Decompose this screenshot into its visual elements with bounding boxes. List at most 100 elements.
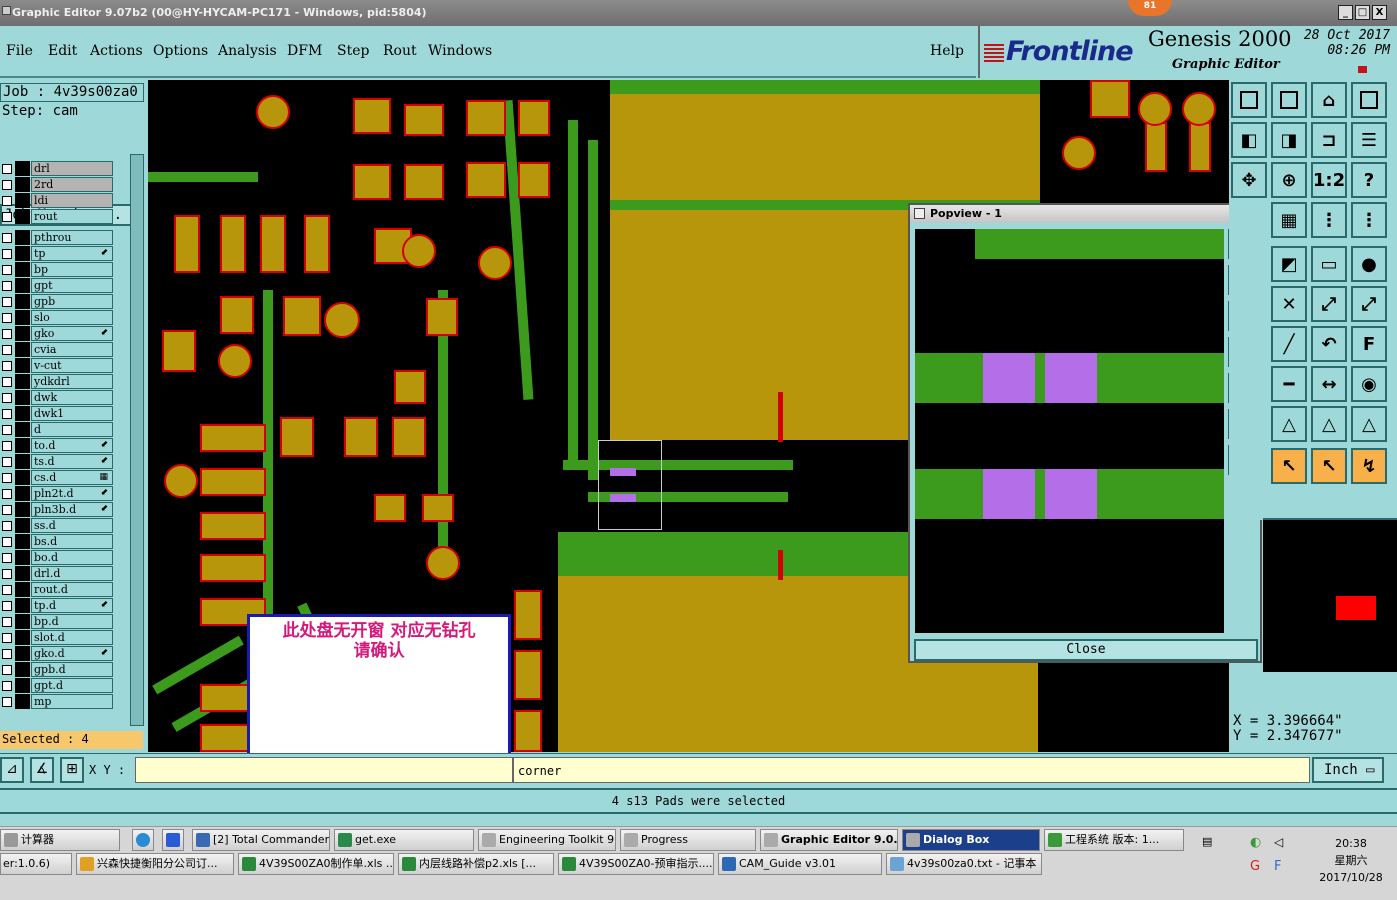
arc-icon[interactable]: △ [1271,406,1307,442]
task-project-system[interactable]: 工程系统 版本: 1... [1044,829,1184,851]
popview-canvas[interactable] [915,229,1224,633]
fit-all-icon[interactable]: ✥ [1231,162,1267,198]
undo-icon[interactable]: ↶ [1311,326,1347,362]
task-pre-review[interactable]: 4V39S00ZA0-预审指示.... [558,853,714,875]
minimize-button[interactable]: _ [1338,5,1353,20]
selected-pad[interactable] [1045,353,1097,403]
menu-analysis[interactable]: Analysis [218,43,277,59]
overview-map[interactable] [1263,518,1397,672]
mirror-icon[interactable]: ⊐ [1311,122,1347,158]
menu-help[interactable]: Help [930,43,964,59]
layer-row[interactable]: ldi [0,193,116,208]
select-net-icon[interactable]: ↯ [1351,448,1387,484]
layer-row[interactable]: tp.d ⬋ [0,598,116,613]
layer-checkbox[interactable] [2,377,12,387]
popview-titlebar[interactable]: Popview - 1 ✕ [910,205,1260,223]
redraw-icon[interactable]: ☰ [1351,122,1387,158]
layer-checkbox[interactable] [2,196,12,206]
layer-row[interactable]: ydkdrl [0,374,116,389]
selected-pad[interactable] [983,353,1035,403]
layer-row[interactable]: v-cut [0,358,116,373]
layer-row[interactable]: bo.d [0,550,116,565]
layer-row[interactable]: slot.d [0,630,116,645]
layer-row[interactable]: dwk [0,390,116,405]
ruler-icon[interactable]: ▭ [1311,246,1347,282]
layer-checkbox[interactable] [2,281,12,291]
layer-checkbox[interactable] [2,212,12,222]
menu-windows[interactable]: Windows [428,43,492,59]
security-icon[interactable]: ◐ [1250,835,1261,850]
layer-checkbox[interactable] [2,649,12,659]
grid-icon[interactable]: ▦ [1271,202,1307,238]
color-icon[interactable]: ◩ [1271,246,1307,282]
selected-pad[interactable] [1045,469,1097,519]
layer-row[interactable]: ss.d [0,518,116,533]
layer-row[interactable]: mp [0,694,116,709]
menu-file[interactable]: File [6,43,33,59]
layer-row[interactable]: rout [0,209,116,224]
task-xls-1[interactable]: 4V39S00ZA0制作单.xls ... [238,853,394,875]
layer-checkbox[interactable] [2,521,12,531]
menu-dfm[interactable]: DFM [287,43,322,59]
xy-input[interactable] [135,757,513,783]
units-dropdown[interactable]: Inch ▭ [1312,757,1384,783]
select-arrow-icon[interactable]: ↖ [1271,448,1307,484]
layer-checkbox[interactable] [2,553,12,563]
layer-row[interactable]: to.d ⬋ [0,438,116,453]
grid-mode-icon[interactable]: ⊞ [60,757,84,783]
pan-left-icon[interactable]: ◧ [1231,122,1267,158]
layer-row[interactable]: gpt.d [0,678,116,693]
layer-checkbox[interactable] [2,313,12,323]
layer-checkbox[interactable] [2,505,12,515]
popview-close-button[interactable]: Close [914,639,1258,661]
task-total-commander[interactable]: [2] Total Commander... [192,829,330,851]
fit-profile-icon[interactable]: ⊕ [1271,162,1307,198]
layer-row[interactable]: slo [0,310,116,325]
layer-checkbox[interactable] [2,537,12,547]
selected-pad[interactable] [983,469,1035,519]
word-icon[interactable] [162,829,184,851]
layer-checkbox[interactable] [2,249,12,259]
task-get-exe[interactable]: get.exe [334,829,474,851]
network-icon[interactable]: ▤ [1202,835,1212,848]
minus-line-icon[interactable]: ━ [1271,366,1307,402]
task-cam-guide[interactable]: CAM_Guide v3.01 [718,853,882,875]
task-dialog-box[interactable]: Dialog Box [902,829,1040,851]
task-engineering-toolkit[interactable]: Engineering Toolkit 9.... [478,829,616,851]
task-calculator[interactable]: 计算器 [0,829,120,851]
shapes-icon[interactable]: ◉ [1351,366,1387,402]
layer-checkbox[interactable] [2,329,12,339]
zoom-down-icon[interactable] [1271,82,1307,118]
close-button[interactable]: X [1372,5,1387,20]
layer-checkbox[interactable] [2,681,12,691]
layer-row[interactable]: pln2t.d ⬋ [0,486,116,501]
ie-icon[interactable] [132,829,154,851]
snap-mode-icon[interactable]: ⊿ [0,757,24,783]
layer-checkbox[interactable] [2,393,12,403]
layer-row[interactable]: bs.d [0,534,116,549]
layer-row[interactable]: tp ⬋ [0,246,116,261]
layer-row[interactable]: rout.d [0,582,116,597]
menu-step[interactable]: Step [337,43,369,59]
zoom-home-icon[interactable] [1231,82,1267,118]
layer-row[interactable]: pln3b.d ⬋ [0,502,116,517]
layer-row[interactable]: gko.d ⬋ [0,646,116,661]
one-to-one-icon[interactable]: 1:2 [1311,162,1347,198]
task-progress[interactable]: Progress [620,829,756,851]
snap-center-icon[interactable]: ⋮ [1351,202,1387,238]
snap-icon[interactable]: ⋮ [1311,202,1347,238]
task-version[interactable]: er:1.0.6) [0,853,72,875]
measure-point-icon[interactable]: ⤢ [1351,286,1387,322]
measure-icon[interactable]: ⤢ [1311,286,1347,322]
layer-row[interactable]: gko ⬋ [0,326,116,341]
layer-row[interactable]: ts.d ⬋ [0,454,116,469]
layer-list-scrollbar[interactable] [130,154,144,726]
layer-checkbox[interactable] [2,633,12,643]
layer-row[interactable]: bp [0,262,116,277]
layer-checkbox[interactable] [2,489,12,499]
layer-checkbox[interactable] [2,180,12,190]
layer-row[interactable]: bp.d [0,614,116,629]
angle-mode-icon[interactable]: ∡ [30,757,54,783]
layer-checkbox[interactable] [2,297,12,307]
cross-icon[interactable]: ✕ [1271,286,1307,322]
